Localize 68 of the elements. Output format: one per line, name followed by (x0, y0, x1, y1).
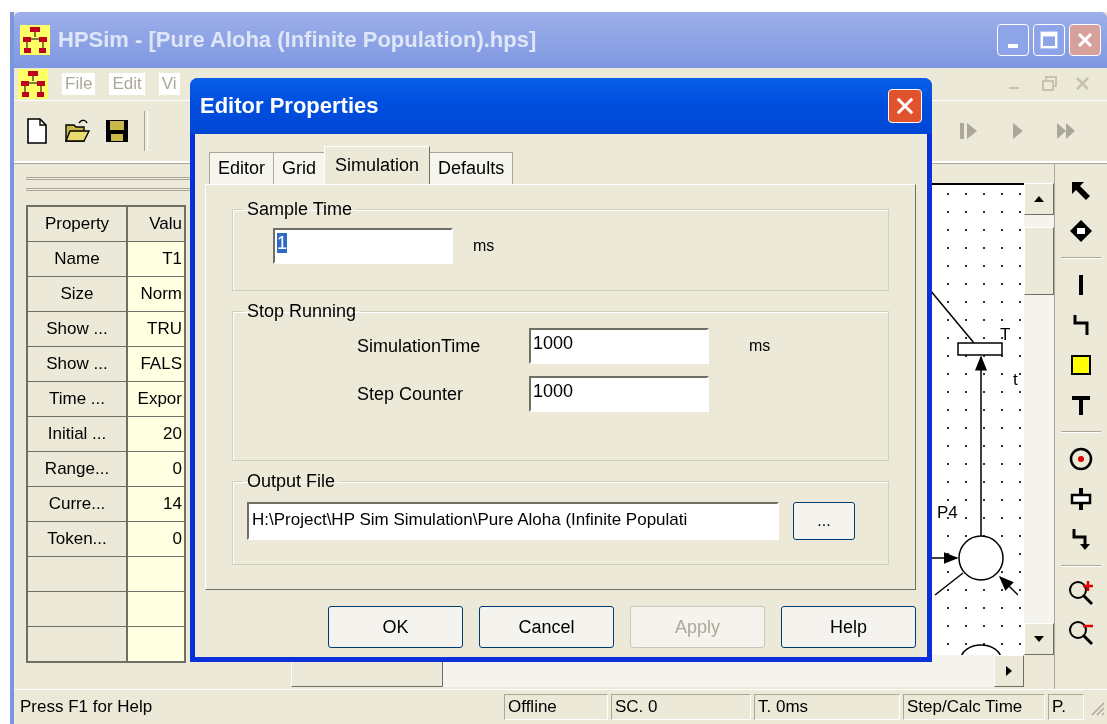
dialog-button[interactable]: Help (781, 606, 916, 648)
input-field[interactable]: 1000 (529, 376, 709, 412)
dialog-button[interactable]: Cancel (479, 606, 614, 648)
scroll-thumb[interactable] (1024, 227, 1054, 295)
property-value[interactable]: Expor (127, 381, 185, 417)
group-label: Output File (246, 471, 337, 492)
property-value[interactable]: FALS (127, 346, 185, 382)
status-text: SC. 0 (611, 694, 751, 720)
zoom-in-icon[interactable] (1067, 579, 1095, 607)
status-text: Offline (504, 694, 608, 720)
property-value[interactable]: 0 (127, 451, 185, 487)
open-folder-icon[interactable] (64, 117, 90, 145)
field-label: SimulationTime (357, 335, 482, 357)
property-value[interactable]: 0 (127, 521, 185, 557)
vertical-scrollbar[interactable] (1024, 183, 1054, 655)
app-icon (20, 25, 50, 55)
place-icon[interactable] (1067, 445, 1095, 473)
status-text: T. 0ms (754, 694, 900, 720)
dialog-button[interactable]: OK (328, 606, 463, 648)
status-text: P. (1048, 694, 1084, 720)
column-header: Property (27, 206, 127, 242)
property-name: Size (27, 276, 127, 312)
status-text: Press F1 for Help (19, 696, 154, 718)
scroll-down-button[interactable] (1024, 623, 1054, 655)
input-field[interactable]: H:\Project\HP Sim Simulation\Pure Aloha (Infinite Populati (247, 502, 779, 540)
group-label: Stop Running (246, 301, 358, 322)
unit-label: ms (473, 237, 495, 255)
node-label: P4 (937, 503, 958, 523)
property-name: Show ... (27, 346, 127, 382)
right-arrow-icon (1006, 666, 1012, 676)
zoom-out-icon[interactable] (1067, 619, 1095, 647)
property-name: Token... (27, 521, 127, 557)
scroll-up-button[interactable] (1024, 183, 1054, 215)
dialog-title: Editor Properties (200, 93, 379, 119)
property-name: Name (27, 241, 127, 277)
property-name: Initial ... (27, 416, 127, 452)
group-label: Sample Time (246, 199, 354, 220)
property-value[interactable]: 20 (127, 416, 185, 452)
property-value[interactable]: Norm (127, 276, 185, 312)
unit-label: ms (749, 337, 771, 355)
property-name: Show ... (27, 311, 127, 347)
property-name: Curre... (27, 486, 127, 522)
close-button[interactable] (888, 89, 922, 123)
document-icon (18, 69, 48, 99)
down-arrow-icon (1034, 636, 1044, 642)
up-arrow-icon (1034, 196, 1044, 202)
node-label: t (1013, 370, 1018, 390)
node-label: T (1000, 325, 1011, 345)
property-name: Time ... (27, 381, 127, 417)
property-value[interactable]: T1 (127, 241, 185, 277)
property-name: Range... (27, 451, 127, 487)
minimize-icon (1008, 44, 1018, 48)
field-label: Step Counter (357, 383, 465, 405)
column-header: Valu (127, 206, 185, 242)
status-text: Step/Calc Time (903, 694, 1045, 720)
tab[interactable]: Grid (273, 152, 326, 184)
scroll-right-button[interactable] (994, 655, 1024, 687)
property-value[interactable]: TRU (127, 311, 185, 347)
tab[interactable]: Defaults (429, 152, 514, 184)
window-title: HPSim - [Pure Aloha (Infinite Population).hps] (58, 27, 537, 53)
input-field[interactable]: 1 (273, 228, 453, 264)
input-field[interactable]: 1000 (529, 328, 709, 364)
save-icon[interactable] (104, 117, 130, 145)
property-value[interactable]: 14 (127, 486, 185, 522)
tab[interactable]: Simulation (324, 146, 431, 184)
browse-button[interactable]: ... (793, 502, 855, 540)
tab[interactable]: Editor (209, 152, 275, 184)
new-file-icon[interactable] (24, 117, 50, 145)
